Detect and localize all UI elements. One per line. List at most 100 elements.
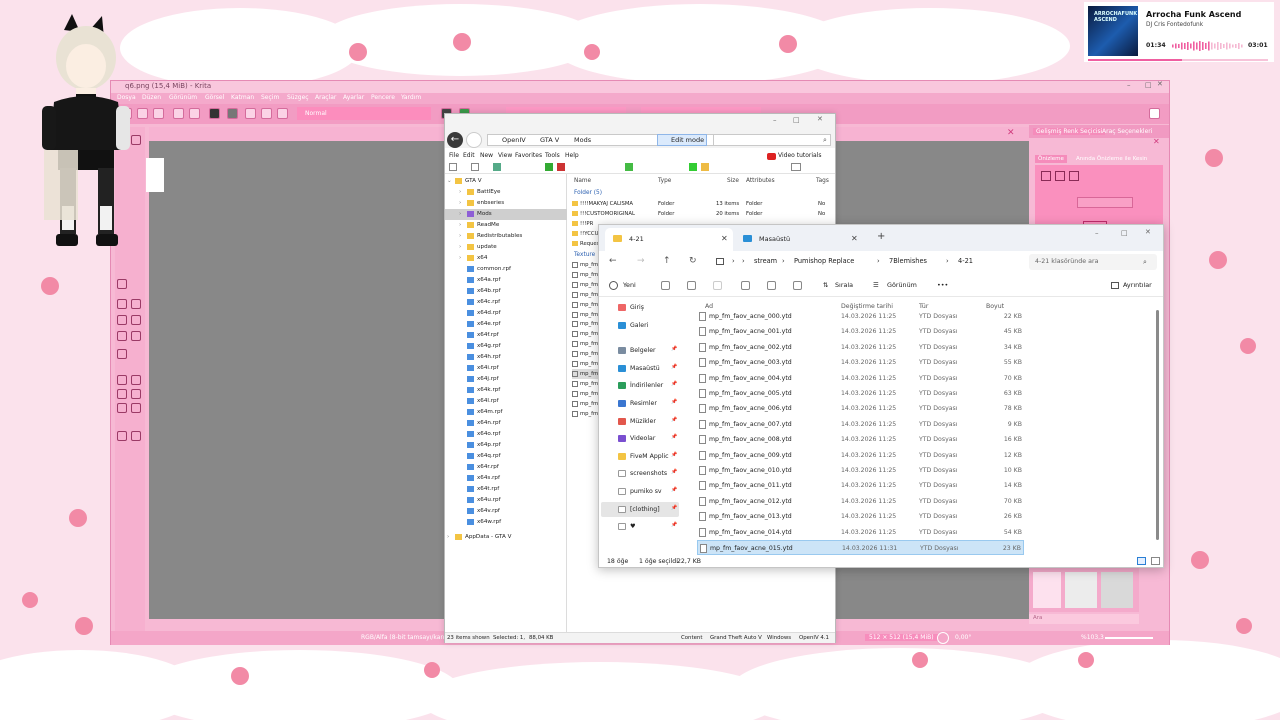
magic-wand-icon[interactable] — [117, 403, 127, 413]
gradient-tool-icon[interactable] — [117, 331, 127, 341]
tree-item[interactable]: x64s.rpf — [445, 473, 567, 484]
tree-item[interactable]: › Redistributables — [445, 231, 567, 242]
menu-view[interactable]: Görünüm — [169, 94, 197, 101]
brush-settings-icon[interactable] — [277, 108, 288, 119]
tree-item[interactable]: x64h.rpf — [445, 352, 567, 363]
play-icon[interactable] — [545, 163, 553, 171]
tree-item[interactable]: x64p.rpf — [445, 440, 567, 451]
breadcrumb-item[interactable]: GTA V — [540, 136, 559, 144]
tree-item[interactable]: x64j.rpf — [445, 374, 567, 385]
openiv-search-input[interactable] — [713, 134, 831, 146]
tree-item[interactable]: x64n.rpf — [445, 418, 567, 429]
forward-icon[interactable]: → — [637, 256, 645, 266]
tab-desktop[interactable]: Masaüstü ✕ — [735, 228, 863, 251]
menu-help[interactable]: Yardım — [401, 94, 421, 101]
address-crumb[interactable]: stream — [754, 257, 777, 265]
file-row[interactable]: mp_fm_faov_acne_005.ytd 14.03.2026 11:25 Y… — [697, 386, 1024, 401]
tree-item[interactable]: › AppData - GTA V — [445, 532, 567, 543]
nav-item[interactable]: pumiko sv 📌 — [601, 484, 679, 499]
menu-favorites[interactable]: Favorites — [515, 152, 542, 159]
up-icon[interactable]: ↑ — [663, 256, 671, 266]
file-row[interactable]: mp_fm_faov_acne_006.ytd 14.03.2026 11:25 Y… — [697, 401, 1024, 416]
share-icon[interactable] — [767, 281, 776, 290]
tree-item[interactable]: common.rpf — [445, 264, 567, 275]
resource-thumb[interactable] — [1101, 572, 1133, 608]
paste-icon[interactable] — [713, 281, 722, 290]
address-crumb[interactable]: Pumishop Replace — [794, 257, 854, 265]
brush-preset-icon[interactable] — [245, 108, 256, 119]
file-row[interactable]: mp_fm_faov_acne_001.ytd 14.03.2026 11:25 Y… — [697, 324, 1024, 339]
scrollbar[interactable] — [1156, 310, 1159, 540]
blend-mode-select[interactable]: Normal — [297, 107, 431, 120]
col-size[interactable]: Size — [727, 178, 739, 184]
polygon-select-icon[interactable] — [131, 389, 141, 399]
chevron-right-icon[interactable]: › — [459, 244, 461, 250]
nav-item[interactable]: Müzikler 📌 — [601, 414, 679, 429]
gradient-icon[interactable] — [209, 108, 220, 119]
menu-settings[interactable]: Ayarlar — [343, 94, 364, 101]
file-row[interactable]: mp_fm_faov_acne_004.ytd 14.03.2026 11:25 Y… — [697, 371, 1024, 386]
menu-window[interactable]: Pencere — [371, 94, 395, 101]
minimize-icon[interactable]: – — [773, 116, 777, 124]
nav-item[interactable]: screenshots 📌 — [601, 466, 679, 481]
chevron-right-icon[interactable]: › — [447, 534, 449, 540]
chevron-right-icon[interactable]: › — [459, 211, 461, 217]
tree-item[interactable]: x64b.rpf — [445, 286, 567, 297]
breadcrumb-item[interactable]: OpenIV — [502, 136, 526, 144]
tab-4-21[interactable]: 4-21 ✕ — [605, 228, 733, 251]
tree-item[interactable]: x64q.rpf — [445, 451, 567, 462]
nav-item[interactable]: ♥ 📌 — [601, 519, 679, 534]
tree-item[interactable]: › x64 — [445, 253, 567, 264]
tree-item[interactable]: › enbseries — [445, 198, 567, 209]
rename-icon[interactable] — [741, 281, 750, 290]
assistant-tool-icon[interactable] — [117, 315, 127, 325]
file-row[interactable]: mp_fm_faov_acne_011.ytd 14.03.2026 11:25 Y… — [697, 478, 1024, 493]
tab-tool-options[interactable]: Araç Seçenekleri — [1099, 128, 1155, 135]
tool-mode-select[interactable] — [1077, 197, 1133, 208]
menu-new[interactable]: New — [480, 152, 493, 159]
address-crumb[interactable]: 4-21 — [958, 257, 973, 265]
stop-icon[interactable] — [557, 163, 565, 171]
file-row[interactable]: mp_fm_faov_acne_014.ytd 14.03.2026 11:25 Y… — [697, 525, 1024, 540]
file-row[interactable]: mp_fm_faov_acne_010.ytd 14.03.2026 11:25 Y… — [697, 463, 1024, 478]
menu-layer[interactable]: Katman — [231, 94, 254, 101]
menu-edit[interactable]: Edit — [463, 152, 475, 159]
address-crumb[interactable]: 7Blemishes — [889, 257, 927, 265]
close-icon[interactable]: ✕ — [1145, 228, 1151, 236]
minimize-icon[interactable]: – — [1095, 229, 1099, 237]
tree-item[interactable]: x64u.rpf — [445, 495, 567, 506]
menu-select[interactable]: Seçim — [261, 94, 279, 101]
menu-file[interactable]: File — [449, 152, 459, 159]
view-mode-icon[interactable] — [791, 163, 801, 171]
close-icon[interactable]: ✕ — [817, 115, 823, 123]
smart-patch-icon[interactable] — [131, 331, 141, 341]
add-folder-icon[interactable] — [689, 163, 697, 171]
tree-item[interactable]: x64c.rpf — [445, 297, 567, 308]
breadcrumb-item[interactable]: Mods — [574, 136, 591, 144]
tree-item[interactable]: x64a.rpf — [445, 275, 567, 286]
delete-icon[interactable] — [793, 281, 802, 290]
resource-thumb[interactable] — [1033, 572, 1061, 608]
transform-tool-icon[interactable] — [117, 279, 127, 289]
tiles-view-icon[interactable] — [1151, 557, 1160, 565]
copy-icon[interactable] — [687, 281, 696, 290]
rect-select-icon[interactable] — [117, 375, 127, 385]
maximize-icon[interactable]: □ — [1121, 229, 1128, 237]
dock-subtab-preview[interactable]: Önizleme — [1035, 155, 1067, 163]
back-icon[interactable]: ← — [609, 256, 617, 266]
pan-tool-icon[interactable] — [131, 431, 141, 441]
zoom-tool-icon[interactable] — [117, 431, 127, 441]
tree-item[interactable]: x64g.rpf — [445, 341, 567, 352]
chevron-down-icon[interactable]: ⌄ — [447, 178, 452, 184]
file-row[interactable]: mp_fm_faov_acne_007.ytd 14.03.2026 11:25 Y… — [697, 417, 1024, 432]
tree-item[interactable]: x64v.rpf — [445, 506, 567, 517]
more-button[interactable]: ••• — [937, 281, 948, 289]
back-button[interactable]: ← — [447, 132, 463, 148]
file-row[interactable]: mp_fm_faov_acne_003.ytd 14.03.2026 11:25 Y… — [697, 355, 1024, 370]
eraser-icon[interactable] — [261, 108, 272, 119]
nav-item[interactable]: Masaüstü 📌 — [601, 361, 679, 376]
nav-item[interactable]: Videolar 📌 — [601, 431, 679, 446]
tree-item[interactable]: x64k.rpf — [445, 385, 567, 396]
crop-tool-icon[interactable] — [117, 349, 127, 359]
new-icon[interactable] — [449, 163, 457, 171]
